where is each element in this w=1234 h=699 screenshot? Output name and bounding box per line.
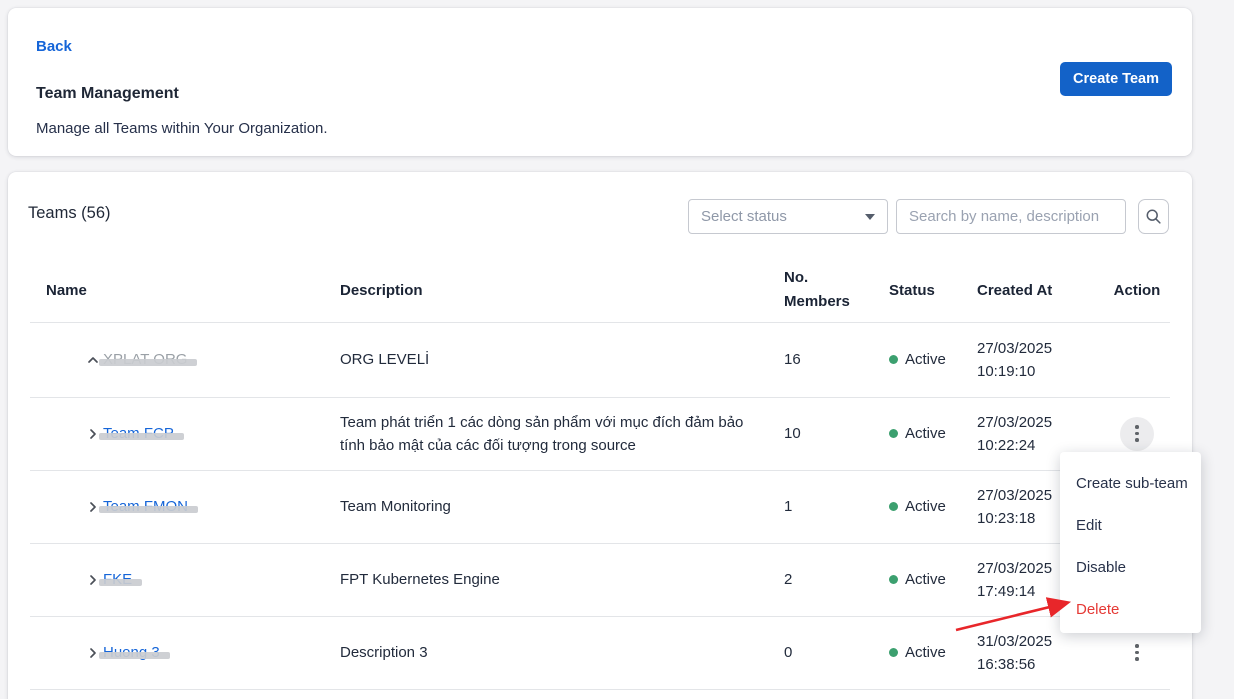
- chevron-right-icon: [86, 427, 100, 441]
- row-actions-menu: Create sub-team Edit Disable Delete: [1060, 452, 1201, 633]
- team-description: Team Monitoring: [340, 470, 764, 543]
- members-count: 2: [784, 543, 854, 616]
- members-count: 0: [784, 616, 854, 689]
- column-header-action: Action: [1107, 258, 1167, 322]
- column-header-members: No. Members: [784, 258, 854, 322]
- status-badge: Active: [889, 470, 969, 543]
- status-filter-select[interactable]: Select status: [688, 199, 888, 234]
- chevron-up-icon: [86, 353, 100, 367]
- status-dot-icon: [889, 648, 898, 657]
- table-row: Team FCP Team phát triển 1 các dòng sản …: [8, 397, 1192, 470]
- table-row: Team FMON Team Monitoring 1 Active 27/03…: [8, 470, 1192, 543]
- menu-item-delete[interactable]: Delete: [1060, 588, 1201, 630]
- row-actions-button[interactable]: [1120, 417, 1154, 451]
- kebab-dots-icon: [1135, 644, 1139, 648]
- table-row: XPLAT ORG ORG LEVELİ 16 Active 27/03/202…: [8, 322, 1192, 397]
- created-at: 27/03/2025 10:19:10: [977, 322, 1097, 397]
- teams-count-title: Teams (56): [28, 204, 111, 223]
- create-team-button[interactable]: Create Team: [1060, 62, 1172, 96]
- status-filter-value: Select status: [701, 208, 787, 225]
- page-header-card: Back Team Management Manage all Teams wi…: [8, 8, 1192, 156]
- chevron-right-icon: [86, 646, 100, 660]
- divider: [30, 689, 1170, 690]
- magnifier-icon: [1145, 208, 1162, 225]
- search-input[interactable]: [896, 199, 1126, 234]
- table-header-row: Name Description No. Members Status Crea…: [8, 258, 1192, 322]
- members-count: 1: [784, 470, 854, 543]
- status-badge: Active: [889, 322, 969, 397]
- page-title: Team Management: [36, 85, 179, 103]
- column-header-status: Status: [889, 258, 969, 322]
- table-row: Huong 3 Description 3 0 Active 31/03/202…: [8, 616, 1192, 689]
- menu-item-disable[interactable]: Disable: [1060, 546, 1201, 588]
- status-badge: Active: [889, 616, 969, 689]
- team-name-link[interactable]: FKE: [103, 571, 132, 588]
- page-subtitle: Manage all Teams within Your Organizatio…: [36, 120, 328, 137]
- status-dot-icon: [889, 429, 898, 438]
- column-header-description: Description: [340, 258, 764, 322]
- status-badge: Active: [889, 543, 969, 616]
- chevron-right-icon: [86, 500, 100, 514]
- column-header-created-at: Created At: [977, 258, 1097, 322]
- team-name-link[interactable]: Huong 3: [103, 644, 160, 661]
- status-dot-icon: [889, 355, 898, 364]
- team-name-link[interactable]: Team FMON: [103, 498, 188, 515]
- caret-down-icon: [865, 214, 875, 220]
- teams-panel-card: Teams (56) Select status Name Descriptio…: [8, 172, 1192, 699]
- kebab-dots-icon: [1135, 425, 1139, 429]
- search-button[interactable]: [1138, 199, 1169, 234]
- members-count: 10: [784, 397, 854, 470]
- chevron-right-icon: [86, 573, 100, 587]
- row-actions-button[interactable]: [1120, 636, 1154, 670]
- team-description: FPT Kubernetes Engine: [340, 543, 764, 616]
- column-header-name: Name: [46, 258, 276, 322]
- status-dot-icon: [889, 575, 898, 584]
- members-count: 16: [784, 322, 854, 397]
- team-name-link[interactable]: XPLAT ORG: [103, 351, 187, 368]
- team-description: Description 3: [340, 616, 764, 689]
- status-badge: Active: [889, 397, 969, 470]
- menu-item-edit[interactable]: Edit: [1060, 504, 1201, 546]
- menu-item-create-sub-team[interactable]: Create sub-team: [1060, 462, 1201, 504]
- team-description: Team phát triển 1 các dòng sản phẩm với …: [340, 397, 764, 470]
- status-dot-icon: [889, 502, 898, 511]
- team-description: ORG LEVELİ: [340, 322, 764, 397]
- back-link[interactable]: Back: [36, 38, 72, 55]
- team-name-link[interactable]: Team FCP: [103, 425, 174, 442]
- table-row: FKE FPT Kubernetes Engine 2 Active 27/03…: [8, 543, 1192, 616]
